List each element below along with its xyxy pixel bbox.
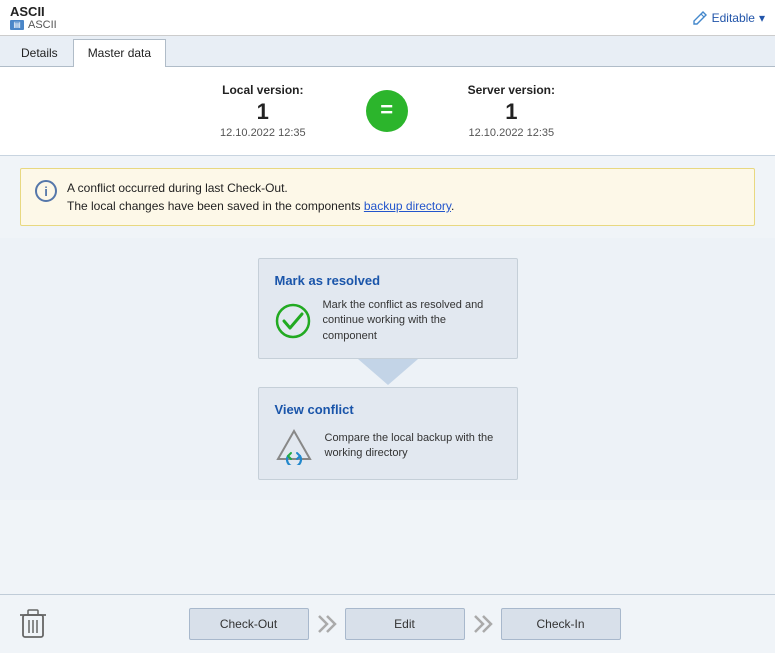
info-banner: i A conflict occurred during last Check-… bbox=[20, 168, 755, 226]
pencil-icon bbox=[692, 10, 708, 26]
arrow-sep-1 bbox=[309, 606, 345, 642]
double-chevron-right-icon-2 bbox=[469, 610, 497, 638]
app-subtitle: ▤ ASCII bbox=[10, 19, 57, 31]
trash-icon bbox=[19, 607, 47, 641]
info-line2: The local changes have been saved in the… bbox=[67, 197, 454, 215]
info-line1: A conflict occurred during last Check-Ou… bbox=[67, 179, 454, 197]
check-in-button[interactable]: Check-In bbox=[501, 608, 621, 640]
version-row: Local version: 1 12.10.2022 12:35 = Serv… bbox=[0, 67, 775, 156]
mark-resolved-title: Mark as resolved bbox=[275, 273, 501, 288]
check-out-button[interactable]: Check-Out bbox=[189, 608, 309, 640]
backup-directory-link[interactable]: backup directory bbox=[364, 199, 451, 213]
ascii-icon: ▤ bbox=[10, 20, 24, 30]
view-conflict-card[interactable]: View conflict Compare the local backup w… bbox=[258, 387, 518, 480]
equals-symbol: = bbox=[380, 99, 393, 121]
trash-button[interactable] bbox=[16, 605, 50, 643]
subtitle-label: ASCII bbox=[28, 19, 57, 31]
title-left: ASCII ▤ ASCII bbox=[10, 4, 57, 31]
info-text: A conflict occurred during last Check-Ou… bbox=[67, 179, 454, 215]
server-version-block: Server version: 1 12.10.2022 12:35 bbox=[468, 83, 555, 139]
recycle-compare-icon bbox=[275, 427, 313, 465]
edit-button[interactable]: Edit bbox=[345, 608, 465, 640]
server-version-number: 1 bbox=[468, 99, 555, 125]
info-line2-end: . bbox=[451, 199, 454, 213]
tab-details[interactable]: Details bbox=[6, 39, 73, 66]
arrow-sep-2 bbox=[465, 606, 501, 642]
mark-resolved-card[interactable]: Mark as resolved Mark the conflict as re… bbox=[258, 258, 518, 359]
local-version-number: 1 bbox=[220, 99, 306, 125]
server-version-label: Server version: bbox=[468, 83, 555, 97]
local-version-block: Local version: 1 12.10.2022 12:35 bbox=[220, 83, 306, 139]
local-version-label: Local version: bbox=[220, 83, 306, 97]
check-circle-icon bbox=[275, 303, 311, 339]
arrow-divider bbox=[258, 359, 518, 387]
info-line2-text: The local changes have been saved in the… bbox=[67, 199, 364, 213]
app-title: ASCII bbox=[10, 4, 57, 19]
workflow-buttons: Check-Out Edit Check-In bbox=[189, 606, 621, 642]
local-version-date: 12.10.2022 12:35 bbox=[220, 127, 306, 139]
main-content: Mark as resolved Mark the conflict as re… bbox=[0, 238, 775, 500]
mark-resolved-body: Mark the conflict as resolved and contin… bbox=[275, 298, 501, 344]
view-conflict-body: Compare the local backup with the workin… bbox=[275, 427, 501, 465]
mark-resolved-desc: Mark the conflict as resolved and contin… bbox=[323, 298, 501, 344]
editable-label: Editable bbox=[712, 11, 755, 25]
bottom-bar: Check-Out Edit Check-In bbox=[0, 594, 775, 653]
server-version-date: 12.10.2022 12:35 bbox=[468, 127, 555, 139]
chevron-down-icon bbox=[358, 359, 418, 387]
tab-bar: Details Master data bbox=[0, 36, 775, 67]
editable-button[interactable]: Editable ▾ bbox=[692, 10, 765, 26]
info-icon: i bbox=[35, 180, 57, 202]
view-conflict-title: View conflict bbox=[275, 402, 501, 417]
dropdown-arrow-icon: ▾ bbox=[759, 11, 765, 25]
view-conflict-desc: Compare the local backup with the workin… bbox=[325, 431, 501, 462]
double-chevron-right-icon-1 bbox=[313, 610, 341, 638]
title-bar: ASCII ▤ ASCII Editable ▾ bbox=[0, 0, 775, 36]
tab-master-data[interactable]: Master data bbox=[73, 39, 166, 67]
equals-icon: = bbox=[366, 90, 408, 132]
